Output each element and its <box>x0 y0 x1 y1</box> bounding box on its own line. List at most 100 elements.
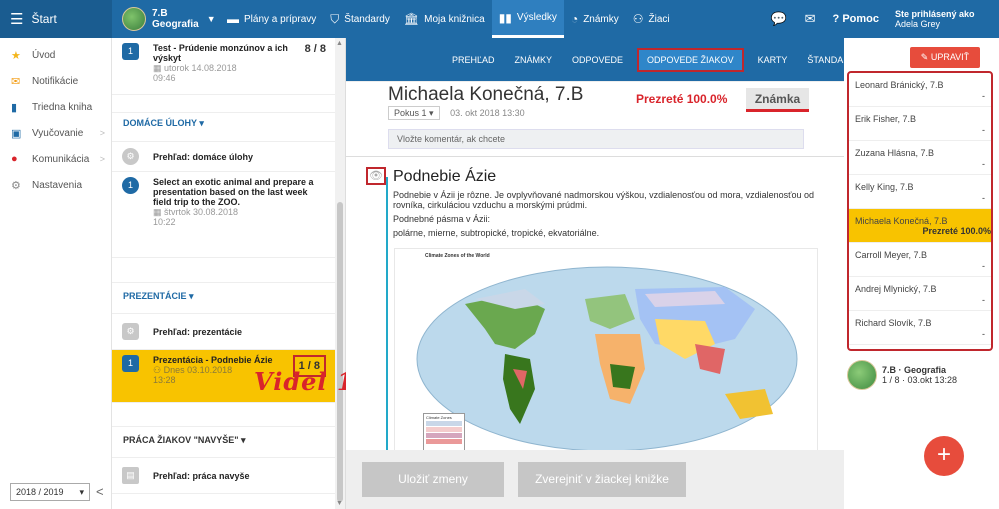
content-divider <box>386 177 388 452</box>
class-name: 7.B <box>152 8 168 19</box>
overview-extra-work[interactable]: ▤ Prehľad: práca navyše <box>112 458 336 494</box>
class-globe-icon <box>847 360 877 390</box>
student-item[interactable]: Leonard Bránický, 7.B - <box>849 73 991 107</box>
student-item[interactable]: Carroll Meyer, 7.B - <box>849 243 991 277</box>
sidebar-item-communication[interactable]: ● Komunikácia > <box>0 146 111 172</box>
save-button[interactable]: Uložiť zmeny <box>362 462 504 497</box>
grade-button[interactable]: Známka <box>746 88 809 112</box>
scroll-thumb[interactable] <box>337 202 343 502</box>
item-title: Test - Prúdenie monzúnov a ich výskyt <box>153 43 288 63</box>
overview-presentations[interactable]: ⚙ Prehľad: prezentácie <box>112 314 336 350</box>
section-presentations[interactable]: PREZENTÁCIE ▾ <box>112 286 336 306</box>
score: 8 / 8 <box>304 43 326 55</box>
chat-bubbles-icon: ● <box>11 153 18 165</box>
chat-icon[interactable]: 💬 <box>770 11 786 27</box>
list-item[interactable]: 1 Select an exotic animal and prepare a … <box>112 172 336 258</box>
top-bar: ☰ Štart 7.B Geografia ▼ ▬ Plány a prípravy… <box>0 0 999 38</box>
scroll-up-icon[interactable]: ▲ <box>336 40 343 47</box>
book-icon: ▤ <box>122 467 139 484</box>
student-name: Michaela Konečná, 7.B <box>388 84 584 105</box>
star-icon: ★ <box>11 49 21 62</box>
publish-button[interactable]: Zverejniť v žiackej knižke <box>518 462 686 497</box>
nav-results[interactable]: ▮▮ Výsledky <box>491 0 564 38</box>
help-button[interactable]: ? Pomoc <box>833 13 879 25</box>
library-icon: 🏛 <box>403 12 420 26</box>
mail-icon[interactable]: ✉ <box>805 11 816 27</box>
content-text: Podnebie v Ázii je rôzne. Je ovplyvňovan… <box>393 190 814 238</box>
student-item-selected[interactable]: Michaela Konečná, 7.B Prezreté 100.0% <box>849 209 991 243</box>
edit-button[interactable]: ✎ UPRAVIŤ <box>910 47 980 68</box>
tab-student-answers[interactable]: ODPOVEDE ŽIAKOV <box>637 47 744 72</box>
tab-cards[interactable]: KARTY <box>758 50 788 70</box>
tab-bar: PREHĽAD ZNÁMKY ODPOVEDE ODPOVEDE ŽIAKOV … <box>346 38 862 82</box>
content-title: Podnebie Ázie <box>393 168 497 185</box>
sidebar-item-teaching[interactable]: ▣ Vyučovanie > <box>0 120 111 146</box>
nav-standards[interactable]: ⛉ Štandardy <box>323 0 397 38</box>
students-icon: ⚇ <box>632 12 644 26</box>
results-icon: ▮▮ <box>498 10 512 25</box>
climate-map: Climate Zones of the World Climate Zones <box>394 248 818 452</box>
year-select[interactable]: 2018 / 2019 ▾ <box>10 483 90 501</box>
assignment-badge: 1 <box>122 43 139 60</box>
gear-icon: ⚙ <box>122 148 139 165</box>
main-panel: PREHĽAD ZNÁMKY ODPOVEDE ODPOVEDE ŽIAKOV … <box>346 38 862 509</box>
people-icon: ⚇ <box>153 365 164 375</box>
gear-icon: ⚙ <box>11 179 21 192</box>
assignment-badge: 1 <box>122 177 139 194</box>
student-item[interactable]: Kelly King, 7.B - <box>849 175 991 209</box>
list-item[interactable]: 1 Test - Prúdenie monzúnov a ich výskyt … <box>112 38 336 95</box>
teaching-icon: ▣ <box>11 127 22 140</box>
start-menu[interactable]: ☰ Štart <box>0 0 112 38</box>
collapse-arrow-icon[interactable]: < <box>96 484 104 499</box>
action-footer: Uložiť zmeny Zverejniť v žiackej knižke <box>346 450 844 509</box>
sidebar-item-notifications[interactable]: ✉ Notifikácie <box>0 68 111 94</box>
assignment-list-panel: 1 Test - Prúdenie monzúnov a ich výskyt … <box>112 38 346 509</box>
add-button[interactable]: + <box>924 436 964 476</box>
student-item[interactable]: Richard Slovík, 7.B - <box>849 311 991 345</box>
class-selector[interactable]: 7.B Geografia ▼ <box>112 7 220 31</box>
shield-icon: ⛉ <box>330 11 340 26</box>
envelope-icon: ✉ <box>11 75 21 88</box>
comment-field[interactable]: Vložte komentár, ak chcete <box>388 129 804 149</box>
section-homework[interactable]: DOMÁCE ÚLOHY ▾ <box>112 113 336 133</box>
sidebar-item-settings[interactable]: ⚙ Nastavenia <box>0 172 111 198</box>
sidebar-item-home[interactable]: ★ Úvod <box>0 42 111 68</box>
attempt-row: Pokus 1 ▾ 03. okt 2018 13:30 <box>388 106 525 120</box>
user-info[interactable]: Ste prihlásený ako Adela Grey <box>889 9 999 29</box>
sidebar-item-classbook[interactable]: ▮ Triedna kniha <box>0 94 111 120</box>
tab-overview[interactable]: PREHĽAD <box>452 50 495 70</box>
student-panel: ✎ UPRAVIŤ Leonard Bránický, 7.B - Erik Fi… <box>845 38 999 509</box>
scrollbar[interactable]: ▲ ▼ <box>335 38 345 509</box>
tab-answers[interactable]: ODPOVEDE <box>572 50 623 70</box>
pencil-icon: ✎ <box>920 52 931 62</box>
left-sidebar: ★ Úvod ✉ Notifikácie ▮ Triedna kniha ▣ Vyučo… <box>0 38 112 509</box>
nav-grades[interactable]: ◔ Známky <box>564 0 626 38</box>
chevron-right-icon: > <box>99 154 105 164</box>
content-area: 👁 Podnebie Ázie Podnebie v Ázii je rôzne… <box>346 156 844 452</box>
assignment-badge: 1 <box>122 355 139 372</box>
overview-homework[interactable]: ⚙ Prehľad: domáce úlohy <box>112 141 336 172</box>
section-extra-work[interactable]: PRÁCA ŽIAKOV "NAVYŠE" ▾ <box>112 430 336 450</box>
scroll-down-icon[interactable]: ▼ <box>336 500 343 507</box>
subject-name: Geografia <box>152 19 199 30</box>
student-item[interactable]: Zuzana Hlásna, 7.B - <box>849 141 991 175</box>
seen-percentage: Prezreté 100.0% <box>636 92 728 106</box>
nav-students[interactable]: ⚇ Žiaci <box>626 0 677 38</box>
eye-icon[interactable]: 👁 <box>366 167 386 185</box>
chevron-right-icon: > <box>99 128 105 138</box>
chevron-down-icon: ▾ <box>79 487 84 497</box>
nav-plans[interactable]: ▬ Plány a prípravy <box>220 0 323 38</box>
board-icon: ▬ <box>227 12 239 26</box>
gear-icon: ⚙ <box>122 323 139 340</box>
nav-library[interactable]: 🏛 Moja knižnica <box>397 0 492 38</box>
student-item[interactable]: Erik Fisher, 7.B - <box>849 107 991 141</box>
class-globe-icon <box>122 7 146 31</box>
student-item[interactable]: Andrej Mlynický, 7.B - <box>849 277 991 311</box>
attempt-select[interactable]: Pokus 1 ▾ <box>388 106 440 120</box>
menu-icon[interactable]: ☰ <box>10 10 23 28</box>
chevron-down-icon: ▼ <box>206 14 216 24</box>
class-summary[interactable]: 7.B · Geografia 1 / 8 · 03.okt 13:28 <box>847 358 997 392</box>
grades-icon: ◔ <box>570 12 579 26</box>
tab-grades[interactable]: ZNÁMKY <box>515 50 553 70</box>
book-icon: ▮ <box>11 101 18 114</box>
